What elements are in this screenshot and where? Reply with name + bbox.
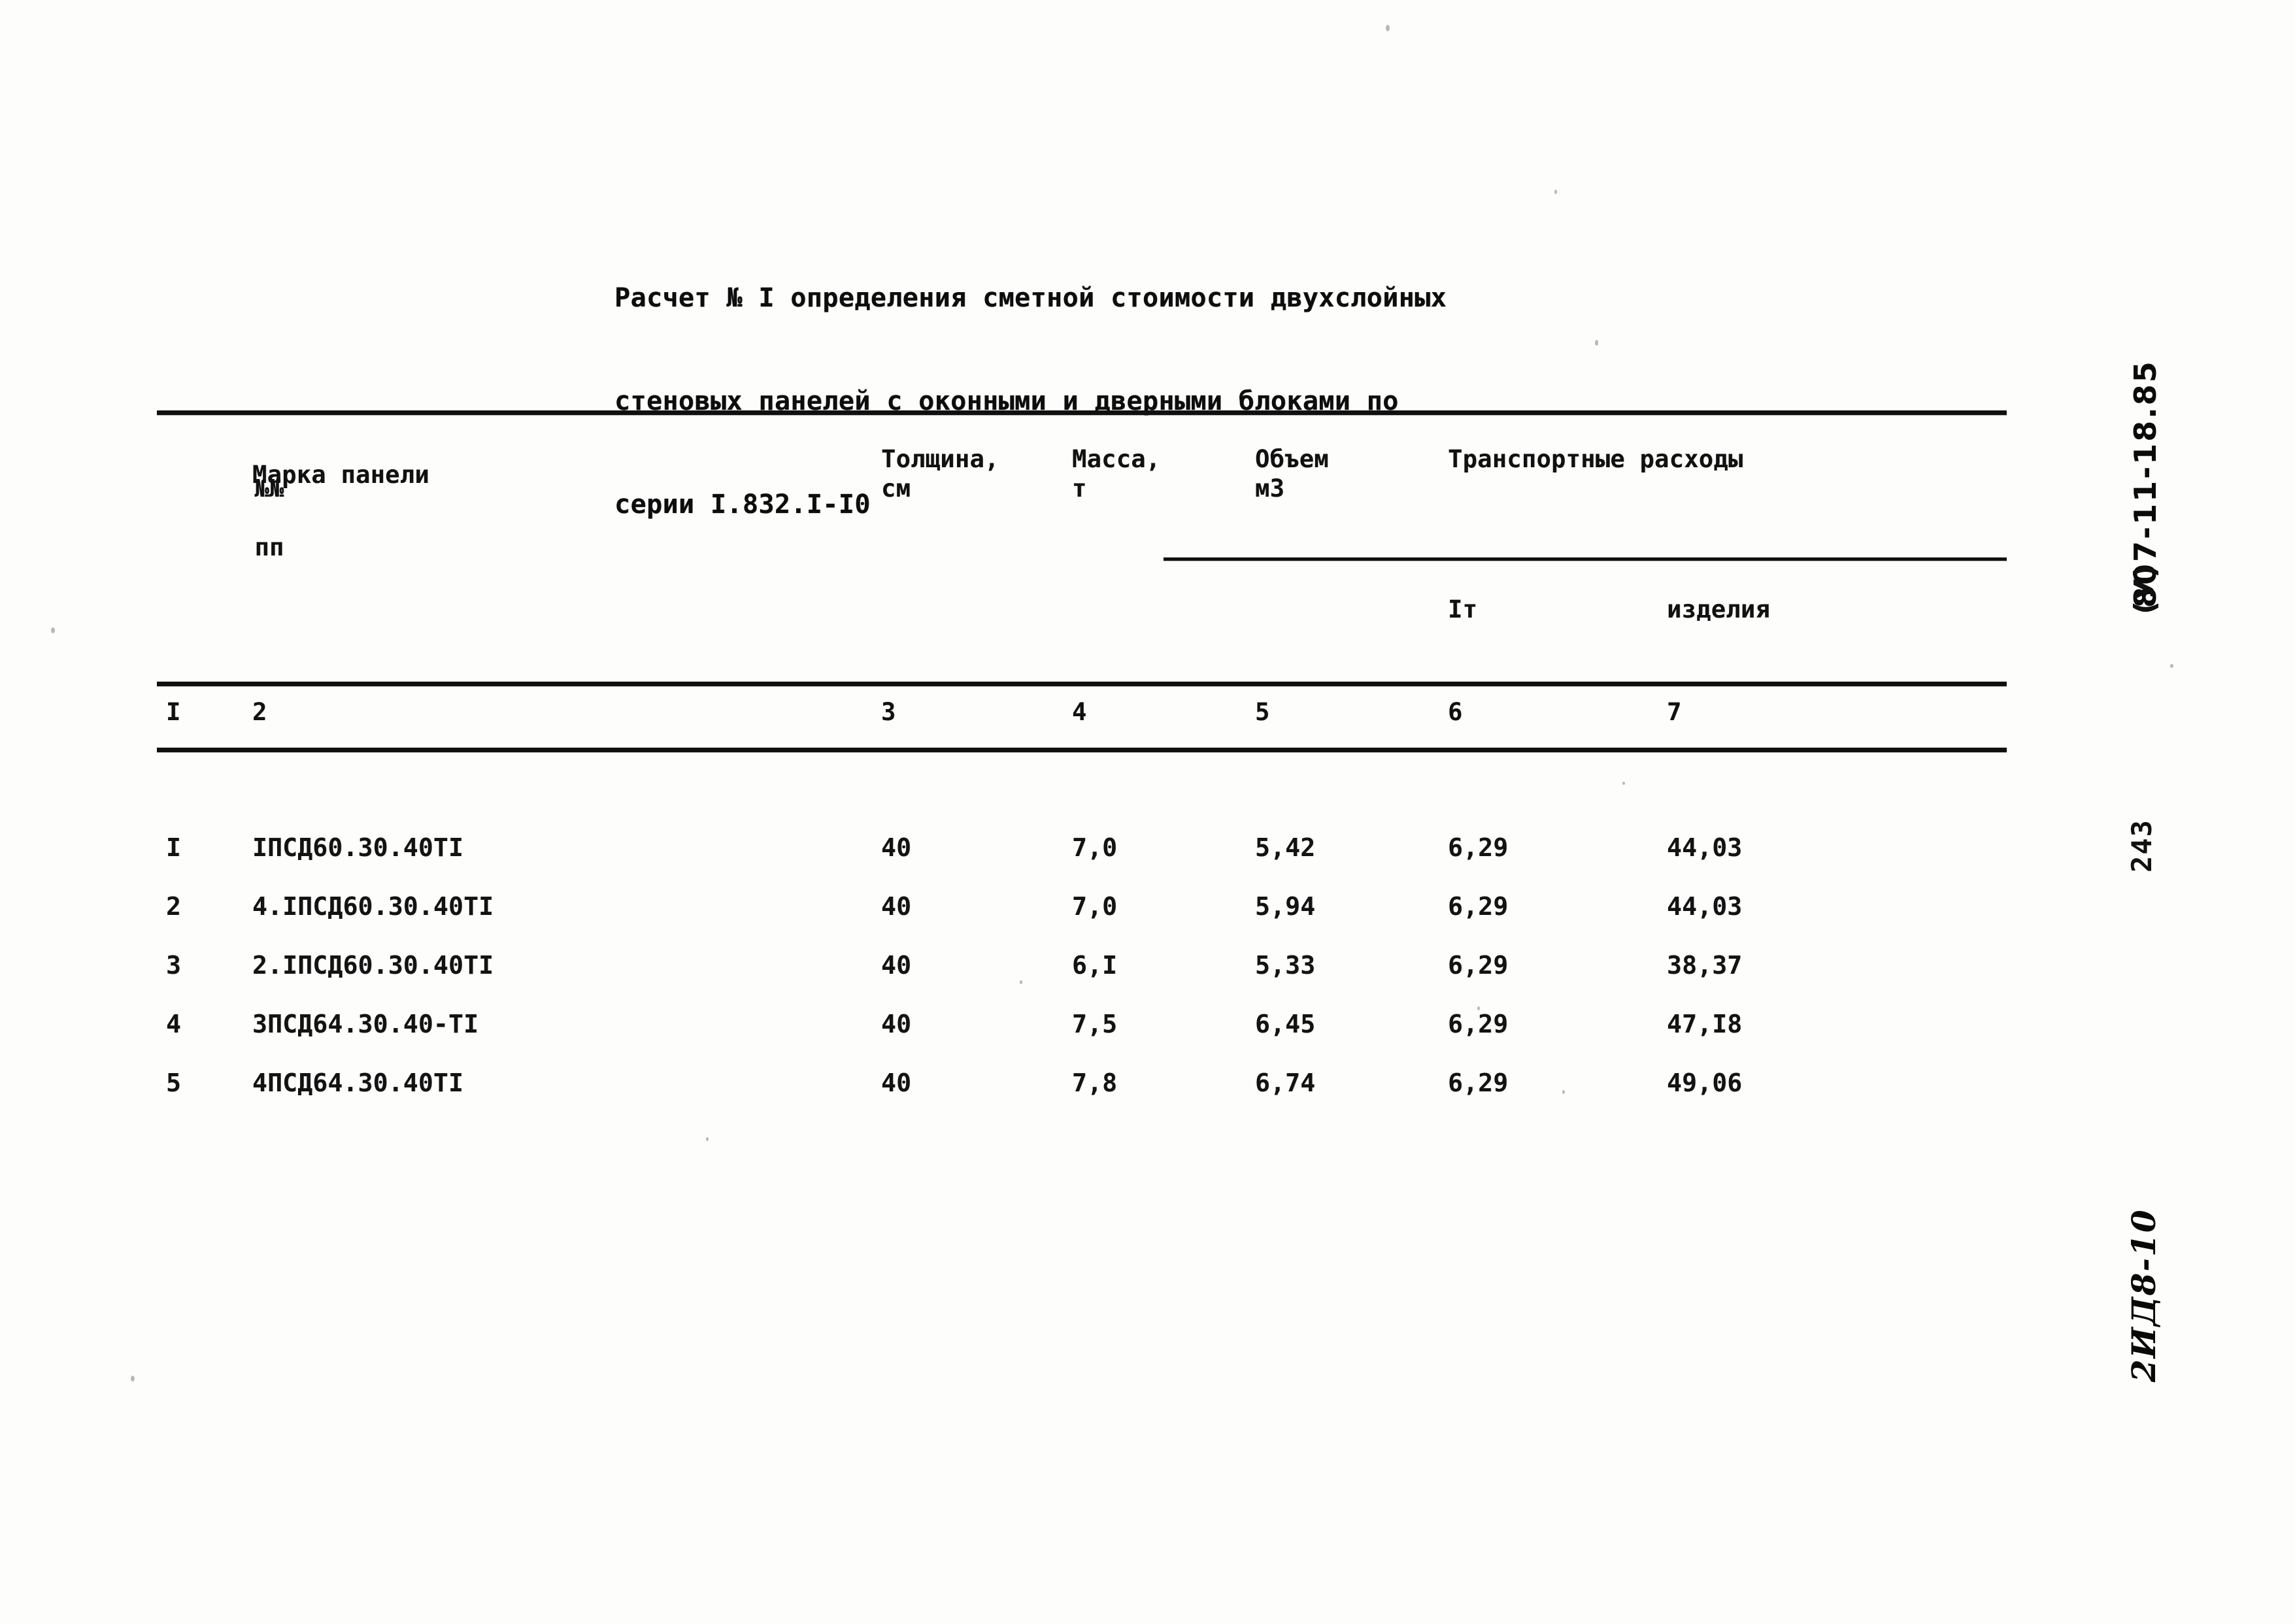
column-number-6: 6 <box>1448 698 1463 726</box>
cell-transport-item: 47,I8 <box>1667 1010 1743 1038</box>
cell-mass: 7,0 <box>1072 833 1118 862</box>
cell-transport-item: 49,06 <box>1667 1069 1743 1097</box>
table-body: I IПСД60.30.40TI 40 7,0 5,42 6,29 44,03 … <box>157 835 2007 1129</box>
header-transport-costs: Транспортные расходы <box>1448 445 1743 473</box>
header-transport-per-ton: Iт <box>1448 595 1478 623</box>
transport-group-rule <box>1164 557 2007 561</box>
cell-volume: 6,45 <box>1255 1010 1316 1038</box>
cell-panel-mark: 4.IПСД60.30.40TI <box>252 892 494 921</box>
cell-volume: 5,42 <box>1255 833 1316 862</box>
cell-thickness: 40 <box>881 951 912 980</box>
cell-transport-ton: 6,29 <box>1448 1069 1509 1097</box>
cell-transport-ton: 6,29 <box>1448 951 1509 980</box>
header-mass: Масса, т <box>1072 445 1161 503</box>
scan-speck <box>1386 25 1390 31</box>
cell-mass: 7,8 <box>1072 1069 1118 1097</box>
header-bottom-rule <box>157 682 2007 686</box>
column-number-3: 3 <box>881 698 896 726</box>
scan-speck <box>51 627 55 633</box>
table-row: 5 4ПСД64.30.40TI 40 7,8 6,74 6,29 49,06 <box>157 1070 2007 1129</box>
cell-transport-ton: 6,29 <box>1448 892 1509 921</box>
cell-panel-mark: 2.IПСД60.30.40TI <box>252 951 494 980</box>
scan-speck <box>131 1376 135 1382</box>
cell-volume: 6,74 <box>1255 1069 1316 1097</box>
table-row: 3 2.IПСД60.30.40TI 40 6,I 5,33 6,29 38,3… <box>157 953 2007 1012</box>
cell-thickness: 40 <box>881 1010 912 1038</box>
cell-row-number: 5 <box>166 1069 182 1097</box>
header-volume: Объем м3 <box>1255 445 1329 503</box>
cell-mass: 6,I <box>1072 951 1118 980</box>
header-transport-per-item: изделия <box>1667 595 1771 623</box>
table-top-rule <box>157 410 2007 415</box>
cell-volume: 5,94 <box>1255 892 1316 921</box>
cell-transport-item: 44,03 <box>1667 892 1743 921</box>
column-number-1: I <box>166 698 181 726</box>
cell-transport-item: 44,03 <box>1667 833 1743 862</box>
cell-panel-mark: 4ПСД64.30.40TI <box>252 1069 464 1097</box>
cell-row-number: 2 <box>166 892 182 921</box>
cell-thickness: 40 <box>881 1069 912 1097</box>
header-no-line2: пп <box>254 533 284 562</box>
cell-transport-item: 38,37 <box>1667 951 1743 980</box>
header-thickness: Толщина, см <box>881 445 999 503</box>
header-panel-mark: Марка панели <box>252 461 429 489</box>
cell-mass: 7,0 <box>1072 892 1118 921</box>
cell-panel-mark: 3ПСД64.30.40-TI <box>252 1010 479 1038</box>
calculation-table: №№ пп Марка панели Толщина, см Масса, т … <box>157 410 2007 1227</box>
table-row: 2 4.IПСД60.30.40TI 40 7,0 5,94 6,29 44,0… <box>157 894 2007 953</box>
scan-speck <box>1554 190 1557 194</box>
table-row: I IПСД60.30.40TI 40 7,0 5,42 6,29 44,03 <box>157 835 2007 894</box>
cell-volume: 5,33 <box>1255 951 1316 980</box>
cell-row-number: 3 <box>166 951 182 980</box>
cell-thickness: 40 <box>881 892 912 921</box>
cell-row-number: I <box>166 833 182 862</box>
column-number-2: 2 <box>252 698 267 726</box>
cell-thickness: 40 <box>881 833 912 862</box>
scan-speck <box>2170 664 2173 668</box>
cell-mass: 7,5 <box>1072 1010 1118 1038</box>
table-row: 4 3ПСД64.30.40-TI 40 7,5 6,45 6,29 47,I8 <box>157 1012 2007 1070</box>
cell-row-number: 4 <box>166 1010 182 1038</box>
column-number-rule <box>157 748 2007 752</box>
column-number-7: 7 <box>1667 698 1682 726</box>
document-page: Расчет № I определения сметной стоимости… <box>0 0 2295 1624</box>
cell-transport-ton: 6,29 <box>1448 1010 1509 1038</box>
cell-panel-mark: IПСД60.30.40TI <box>252 833 464 862</box>
column-number-5: 5 <box>1255 698 1270 726</box>
handwritten-code: 2ИД8-10 <box>2124 1208 2163 1382</box>
column-number-4: 4 <box>1072 698 1087 726</box>
page-number: 243 <box>2126 819 2158 872</box>
revision-mark: (У) <box>2128 563 2162 614</box>
title-line-1: Расчет № I определения сметной стоимости… <box>614 282 1447 313</box>
cell-transport-ton: 6,29 <box>1448 833 1509 862</box>
